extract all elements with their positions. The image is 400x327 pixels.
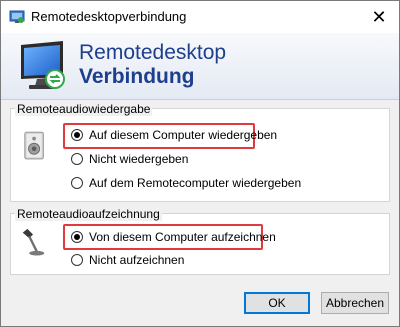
radio-label: Nicht wiedergeben — [89, 152, 189, 166]
playback-option-none[interactable]: Nicht wiedergeben — [71, 152, 188, 166]
radio-label: Nicht aufzeichnen — [89, 253, 185, 267]
close-icon: ✕ — [371, 6, 387, 27]
banner-title: Remotedesktop — [79, 41, 227, 64]
window-title: Remotedesktopverbindung — [31, 9, 187, 24]
close-button[interactable]: ✕ — [359, 1, 399, 33]
radio-label: Auf dem Remotecomputer wiedergeben — [89, 176, 302, 190]
header-banner: Remotedesktop Verbindung — [1, 33, 399, 100]
playback-option-local[interactable]: Auf diesem Computer wiedergeben — [71, 128, 277, 142]
radio-label: Von diesem Computer aufzeichnen — [89, 230, 276, 244]
radio-button[interactable] — [71, 177, 83, 189]
playback-option-remote[interactable]: Auf dem Remotecomputer wiedergeben — [71, 176, 301, 190]
radio-button[interactable] — [71, 254, 83, 266]
radio-button[interactable] — [71, 231, 83, 243]
recording-option-none[interactable]: Nicht aufzeichnen — [71, 253, 184, 267]
recording-option-local[interactable]: Von diesem Computer aufzeichnen — [71, 230, 276, 244]
title-bar: Remotedesktopverbindung ✕ — [1, 1, 399, 33]
microphone-icon — [22, 228, 45, 256]
playback-group-label: Remoteaudiowiedergabe — [15, 102, 153, 116]
cancel-button[interactable]: Abbrechen — [321, 292, 389, 314]
radio-button[interactable] — [71, 129, 83, 141]
ok-button[interactable]: OK — [244, 292, 310, 314]
banner-subtitle: Verbindung — [79, 65, 195, 88]
remote-desktop-monitor-icon — [21, 41, 65, 89]
dialog-window: Remotedesktopverbindung ✕ Remotedesktop … — [0, 0, 400, 327]
speaker-icon — [24, 131, 44, 160]
remote-desktop-icon — [9, 10, 25, 23]
radio-label: Auf diesem Computer wiedergeben — [89, 128, 278, 142]
radio-button[interactable] — [71, 153, 83, 165]
recording-group-label: Remoteaudioaufzeichnung — [15, 207, 162, 221]
